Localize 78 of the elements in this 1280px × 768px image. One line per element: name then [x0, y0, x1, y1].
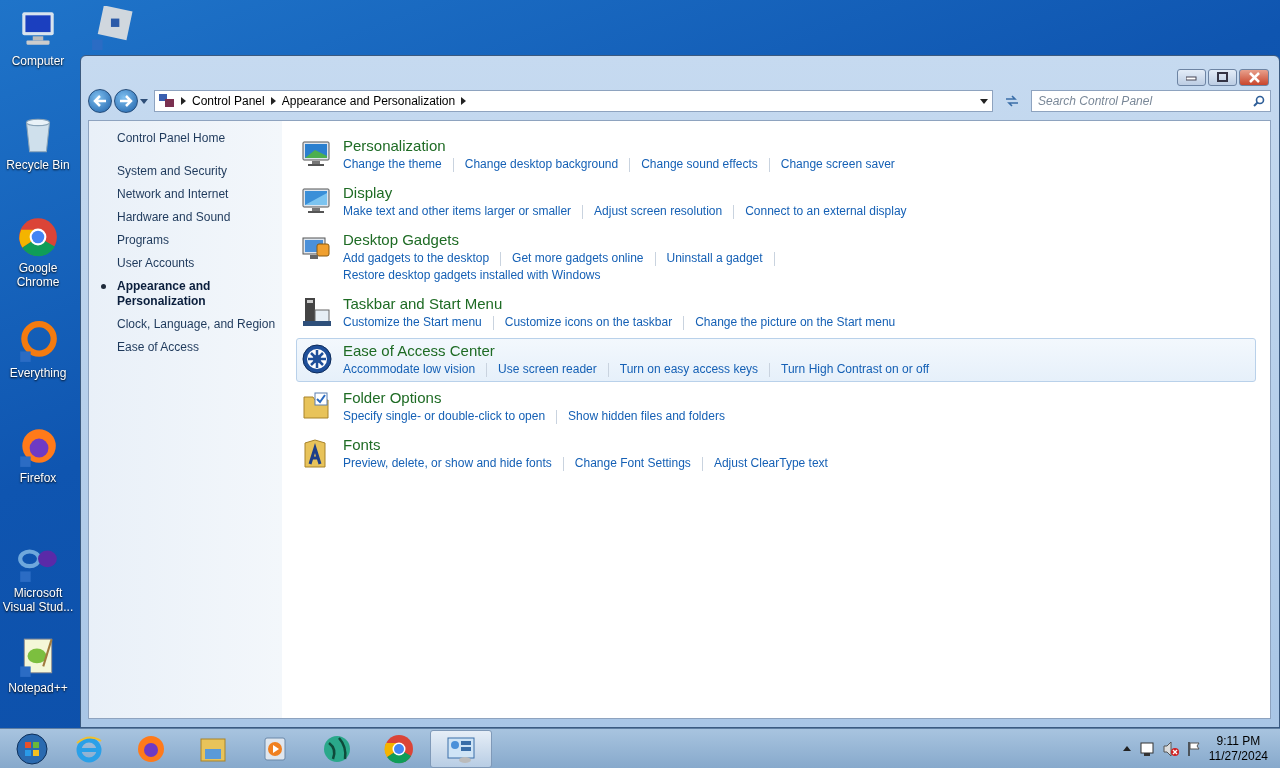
chevron-icon[interactable] — [270, 97, 276, 105]
taskbar-button[interactable] — [430, 729, 492, 768]
category-title[interactable]: Ease of Access Center — [343, 341, 495, 360]
chevron-icon[interactable] — [461, 97, 467, 105]
sidebar-item[interactable]: Appearance and Personalization — [117, 279, 282, 309]
dropdown-icon[interactable] — [140, 98, 148, 104]
task-link[interactable]: Connect to an external display — [745, 203, 907, 220]
task-link[interactable]: Add gadgets to the desktop — [343, 250, 490, 267]
flag-icon[interactable] — [1186, 740, 1201, 757]
sidebar-item[interactable]: Hardware and Sound — [117, 210, 282, 225]
task-link[interactable]: Customize the Start menu — [343, 314, 482, 331]
show-hidden-icons-button[interactable] — [1122, 746, 1131, 751]
desktop-icon-label[interactable]: Notepad++ — [0, 681, 76, 695]
sidebar-item[interactable]: User Accounts — [117, 256, 282, 271]
bullet-icon — [101, 284, 106, 289]
chrome-icon[interactable] — [16, 215, 60, 259]
task-link[interactable]: Change screen saver — [780, 156, 895, 173]
task-link[interactable]: Turn on easy access keys — [619, 361, 759, 378]
desktop-icon-label[interactable]: Computer — [0, 54, 76, 68]
breadcrumb-item[interactable]: Control Panel — [192, 92, 265, 110]
task-link[interactable]: Change Font Settings — [574, 455, 691, 472]
task-link[interactable]: Change sound effects — [641, 156, 758, 173]
task-link[interactable]: Show hidden files and folders — [568, 408, 725, 425]
task-link[interactable]: Accommodate low vision — [343, 361, 476, 378]
sidebar-item[interactable]: Clock, Language, and Region — [117, 317, 282, 332]
sidebar-link[interactable]: Control Panel Home — [117, 131, 282, 146]
task-link[interactable]: Get more gadgets online — [512, 250, 644, 267]
address-bar[interactable]: Control Panel Appearance and Personalization — [154, 90, 993, 112]
task-link[interactable]: Use screen reader — [498, 361, 597, 378]
chevron-icon[interactable] — [181, 97, 186, 105]
task-link[interactable]: Turn High Contrast on or off — [781, 361, 930, 378]
volume-muted-icon[interactable] — [1162, 740, 1179, 757]
search-field[interactable]: Search Control Panel — [1031, 90, 1271, 112]
category-title[interactable]: Fonts — [343, 435, 381, 454]
desktop-icon-label[interactable]: Google Chrome — [0, 261, 76, 289]
sidebar-item[interactable]: Ease of Access — [117, 340, 282, 355]
task-link[interactable]: Adjust ClearType text — [713, 455, 828, 472]
maximize-button[interactable] — [1208, 69, 1237, 86]
desktop-icon-label[interactable]: Firefox — [0, 471, 76, 485]
sidebar-item[interactable]: Network and Internet — [117, 187, 282, 202]
category-title[interactable]: Taskbar and Start Menu — [343, 294, 503, 313]
category-title[interactable]: Desktop Gadgets — [343, 230, 459, 249]
sidebar-item[interactable]: System and Security — [117, 164, 282, 179]
search-icon[interactable] — [1253, 95, 1265, 107]
windows-logo-icon — [16, 732, 48, 765]
category-title[interactable]: Personalization — [343, 136, 446, 155]
clock-date: 11/27/2024 — [1208, 748, 1268, 764]
task-link[interactable]: Make text and other items larger or smaller — [343, 203, 572, 220]
chrome-icon — [383, 732, 415, 765]
close-icon — [1248, 72, 1260, 83]
task-link[interactable]: Change the theme — [343, 156, 442, 173]
desktop-icon-label[interactable]: Microsoft Visual Stud... — [0, 586, 76, 614]
app-icon[interactable] — [90, 6, 134, 50]
breadcrumb-item[interactable]: Appearance and Personalization — [281, 92, 456, 110]
dropdown-icon[interactable] — [980, 98, 988, 104]
task-link[interactable]: Preview, delete, or show and hide fonts — [343, 455, 552, 472]
close-button[interactable] — [1239, 69, 1269, 86]
clock-time: 9:11 PM — [1215, 733, 1262, 749]
forward-button[interactable] — [114, 89, 138, 113]
maximize-icon — [1217, 72, 1228, 83]
accessibility-icon[interactable] — [301, 343, 333, 375]
category-title[interactable]: Folder Options — [343, 388, 442, 407]
desktop-icon-label[interactable]: Everything — [0, 366, 76, 380]
desktop-icon-label[interactable]: Recycle Bin — [0, 158, 76, 172]
task-link[interactable]: Customize icons on the taskbar — [504, 314, 673, 331]
sidebar-item[interactable]: Programs — [117, 233, 282, 248]
task-link[interactable]: Specify single- or double-click to open — [343, 408, 546, 425]
back-arrow-icon — [93, 95, 107, 107]
task-link[interactable]: Uninstall a gadget — [666, 250, 763, 267]
task-link[interactable]: Restore desktop gadgets installed with Windows — [343, 267, 601, 284]
forward-arrow-icon — [119, 95, 133, 107]
task-link[interactable]: Change the picture on the Start menu — [695, 314, 896, 331]
task-link[interactable]: Adjust screen resolution — [594, 203, 723, 220]
back-button[interactable] — [88, 89, 112, 113]
task-link[interactable]: Change desktop background — [464, 156, 619, 173]
refresh-icon[interactable] — [1005, 95, 1019, 107]
taskbar-icon[interactable] — [301, 296, 333, 328]
category-title[interactable]: Display — [343, 183, 393, 202]
